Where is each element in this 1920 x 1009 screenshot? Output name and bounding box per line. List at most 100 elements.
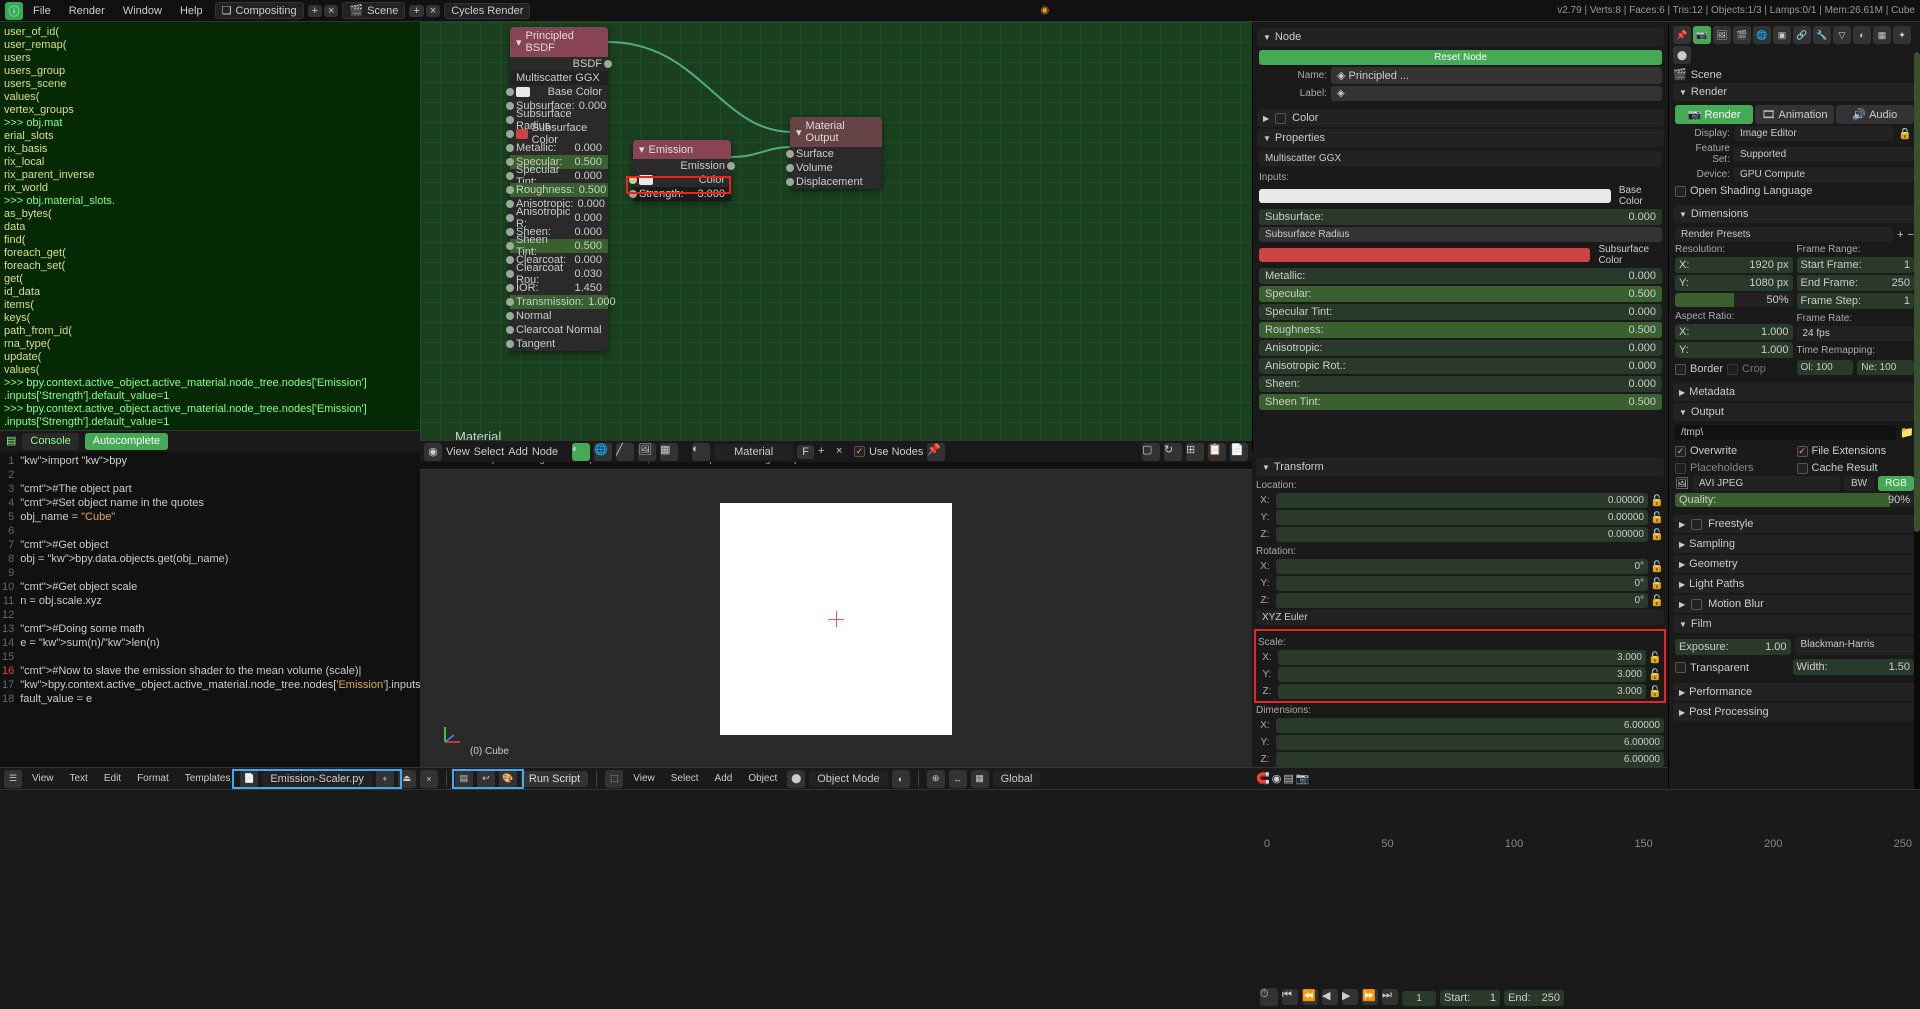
input-metallic[interactable]: Metallic:0.000 <box>1259 268 1662 284</box>
output-path[interactable]: /tmp\ <box>1675 425 1896 440</box>
syntax-toggle[interactable]: 🎨 <box>499 770 517 788</box>
np-rot-x[interactable]: X:0°🔓 <box>1256 559 1664 574</box>
input-roughness[interactable]: Roughness:0.500 <box>510 183 608 197</box>
output-emission[interactable]: Emission <box>633 159 731 173</box>
node-name-field[interactable]: ◈ Principled ... <box>1331 67 1662 84</box>
input-clearcoatnormal[interactable]: Clearcoat Normal <box>510 323 608 337</box>
collapse-icon[interactable]: ▾ <box>639 143 645 156</box>
input-subsurfacecolor[interactable]: Subsurface Color <box>510 127 608 141</box>
paste-nodes-icon[interactable]: 📄 <box>1230 443 1248 461</box>
mat-add-icon[interactable]: + <box>818 445 832 459</box>
tab-world-icon[interactable]: 🌐 <box>1753 26 1771 44</box>
timeline-ruler[interactable]: 050100150200250 <box>1260 790 1916 850</box>
code-area[interactable]: "kw">import "kw">bpy "cmt">#The object p… <box>18 452 420 767</box>
panel-film[interactable]: ▼Film <box>1673 615 1916 633</box>
np-dim-x[interactable]: X:6.00000 <box>1256 718 1664 733</box>
scene-field[interactable]: 🎬Scene <box>342 2 405 19</box>
input-surface[interactable]: Surface <box>790 147 882 161</box>
np-scl-y[interactable]: Y:3.000🔓 <box>1258 667 1662 682</box>
tl-current-frame[interactable]: 1 <box>1402 991 1436 1006</box>
material-slot-icon[interactable]: ◐ <box>692 443 710 461</box>
rotation-mode-dropdown[interactable]: XYZ Euler <box>1256 610 1664 625</box>
lock-icon[interactable]: 🔓 <box>1650 594 1664 607</box>
layout-remove[interactable]: × <box>324 5 338 17</box>
start-frame[interactable]: Start Frame:1 <box>1797 257 1915 273</box>
3d-menu-select[interactable]: Select <box>665 771 705 786</box>
res-x[interactable]: X:1920 px <box>1675 257 1793 273</box>
input-sheentint[interactable]: Sheen Tint:0.500 <box>510 239 608 253</box>
input-anisotropicrot[interactable]: Anisotropic Rot.:0.000 <box>1259 358 1662 374</box>
material-name-field[interactable]: Material <box>714 444 793 460</box>
input-subsurfaceradius[interactable]: Subsurface Radius <box>1259 227 1662 242</box>
proportional-icon[interactable]: ◉ <box>1272 772 1282 785</box>
aspect-y[interactable]: Y:1.000 <box>1675 342 1793 358</box>
menu-window[interactable]: Window <box>115 3 170 19</box>
tab-object-icon[interactable]: ▣ <box>1773 26 1791 44</box>
panel-motion-blur[interactable]: ▶Motion Blur <box>1673 595 1916 613</box>
manipulator-icon[interactable]: ↔ <box>949 770 967 788</box>
shader-type-world-icon[interactable]: 🌐 <box>594 443 612 461</box>
distribution-dropdown[interactable]: Multiscatter GGX <box>510 71 608 85</box>
panel-output[interactable]: ▼Output <box>1673 403 1916 421</box>
wordwrap-toggle[interactable]: ↩ <box>477 770 495 788</box>
render-presets-dropdown[interactable]: Render Presets <box>1675 227 1893 242</box>
animation-button[interactable]: 🎞Animation <box>1755 105 1833 124</box>
aspect-x[interactable]: X:1.000 <box>1675 324 1793 340</box>
quality-slider[interactable]: Quality:90% <box>1675 493 1914 507</box>
tl-jump-start-icon[interactable]: ⏮ <box>1282 989 1298 1005</box>
input-displacement[interactable]: Displacement <box>790 175 882 189</box>
panel-metadata[interactable]: ▶Metadata <box>1673 383 1916 401</box>
input-metallic[interactable]: Metallic:0.000 <box>510 141 608 155</box>
menu-help[interactable]: Help <box>172 3 211 19</box>
tab-modifiers-icon[interactable]: 🔧 <box>1813 26 1831 44</box>
input-roughness[interactable]: Roughness:0.500 <box>1259 322 1662 338</box>
backdrop-icon[interactable]: ▢ <box>1142 443 1160 461</box>
audio-button[interactable]: 🔊Audio <box>1836 105 1914 124</box>
cache-checkbox[interactable]: Cache Result <box>1797 462 1915 474</box>
remap-new[interactable]: Ne: 100 <box>1857 360 1914 375</box>
fake-user-button[interactable]: F <box>797 445 814 459</box>
tl-play-icon[interactable]: ▶ <box>1342 989 1358 1005</box>
tab-particles-icon[interactable]: ✦ <box>1893 26 1911 44</box>
screen-layout-field[interactable]: ❏Compositing <box>215 2 304 19</box>
input-specular[interactable]: Specular:0.500 <box>1259 286 1662 302</box>
mode-icon[interactable]: ⬤ <box>787 770 805 788</box>
filter-dropdown[interactable]: Blackman-Harris <box>1795 637 1915 655</box>
use-nodes-checkbox[interactable]: Use Nodes <box>854 446 923 458</box>
panel-dimensions[interactable]: ▼Dimensions <box>1673 205 1916 223</box>
tab-render-icon[interactable]: 📷 <box>1693 26 1711 44</box>
input-transmission[interactable]: Transmission:1.000 <box>510 295 608 309</box>
placeholders-checkbox[interactable]: Placeholders <box>1675 462 1793 474</box>
device-dropdown[interactable]: GPU Compute <box>1734 167 1914 182</box>
display-dropdown[interactable]: Image Editor <box>1734 126 1894 141</box>
view3d-editor-icon[interactable]: ⬚ <box>605 770 623 788</box>
text-add[interactable]: + <box>376 770 394 788</box>
3d-menu-add[interactable]: Add <box>709 771 739 786</box>
lock-icon[interactable]: 🔓 <box>1650 494 1664 507</box>
ne-menu-add[interactable]: Add <box>508 446 528 458</box>
np-loc-y[interactable]: Y:0.00000🔓 <box>1256 510 1664 525</box>
texture-nodes-icon[interactable]: ▦ <box>660 443 678 461</box>
panel-properties[interactable]: ▼Properties <box>1257 129 1664 147</box>
input-basecolor[interactable]: Base Color <box>510 85 608 99</box>
timeline-editor-icon[interactable]: ⏱ <box>1260 988 1278 1006</box>
auto-render-icon[interactable]: ↻ <box>1164 443 1182 461</box>
osl-checkbox[interactable]: Open Shading Language <box>1675 185 1914 197</box>
node-emission[interactable]: ▾Emission Emission Color Strength:3.000 <box>633 140 731 201</box>
tab-push-pin-icon[interactable]: 📌 <box>1673 26 1691 44</box>
tl-jump-end-icon[interactable]: ⏭ <box>1382 989 1398 1005</box>
copy-nodes-icon[interactable]: 📋 <box>1208 443 1226 461</box>
console-editor-icon[interactable]: ▤ <box>6 435 16 448</box>
snap-icon[interactable]: 🧲 <box>1256 772 1270 785</box>
input-sheentint[interactable]: Sheen Tint:0.500 <box>1259 394 1662 410</box>
node-editor-icon[interactable]: ◉ <box>424 443 442 461</box>
input-tangent[interactable]: Tangent <box>510 337 608 351</box>
preset-add-icon[interactable]: + <box>1897 229 1903 241</box>
info-editor-icon[interactable]: ⓘ <box>5 2 23 20</box>
input-sheen[interactable]: Sheen:0.000 <box>1259 376 1662 392</box>
collapse-icon[interactable]: ▾ <box>516 36 522 49</box>
shading-globe-icon[interactable]: ◐ <box>892 770 910 788</box>
remap-old[interactable]: Ol: 100 <box>1797 360 1854 375</box>
np-loc-z[interactable]: Z:0.00000🔓 <box>1256 527 1664 542</box>
overwrite-checkbox[interactable]: Overwrite <box>1675 445 1793 457</box>
